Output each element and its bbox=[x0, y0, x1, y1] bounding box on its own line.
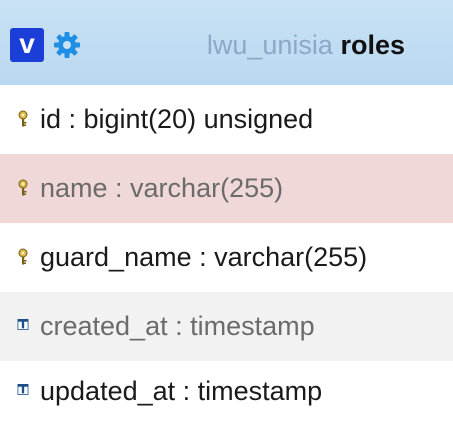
table-title[interactable]: lwu_unisia roles bbox=[0, 28, 405, 62]
designer-table-card: v lwu_unisia roles id: bigint(20) unsig… bbox=[0, 0, 453, 418]
column-label: id : bigint(20) unsigned bbox=[40, 104, 314, 134]
column-row-updated-at[interactable]: updated_at : timestamp bbox=[0, 361, 453, 418]
key-icon bbox=[18, 179, 28, 196]
column-icon bbox=[17, 319, 29, 330]
column-row-name[interactable]: name : varchar(255) bbox=[0, 154, 453, 223]
table-header: v lwu_unisia roles bbox=[0, 0, 453, 85]
database-name: lwu_unisia bbox=[206, 30, 333, 60]
column-icon bbox=[17, 384, 29, 395]
column-label: guard_name : varchar(255) bbox=[40, 242, 368, 272]
column-label: name : varchar(255) bbox=[40, 173, 284, 203]
column-row-id[interactable]: id : bigint(20) unsigned bbox=[0, 85, 453, 154]
column-row-guard-name[interactable]: guard_name : varchar(255) bbox=[0, 223, 453, 292]
column-row-created-at[interactable]: created_at : timestamp bbox=[0, 292, 453, 361]
column-label: created_at : timestamp bbox=[40, 311, 315, 341]
key-icon bbox=[18, 110, 28, 127]
column-label: updated_at : timestamp bbox=[40, 376, 323, 406]
table-name: roles bbox=[340, 30, 405, 60]
key-icon bbox=[18, 248, 28, 265]
